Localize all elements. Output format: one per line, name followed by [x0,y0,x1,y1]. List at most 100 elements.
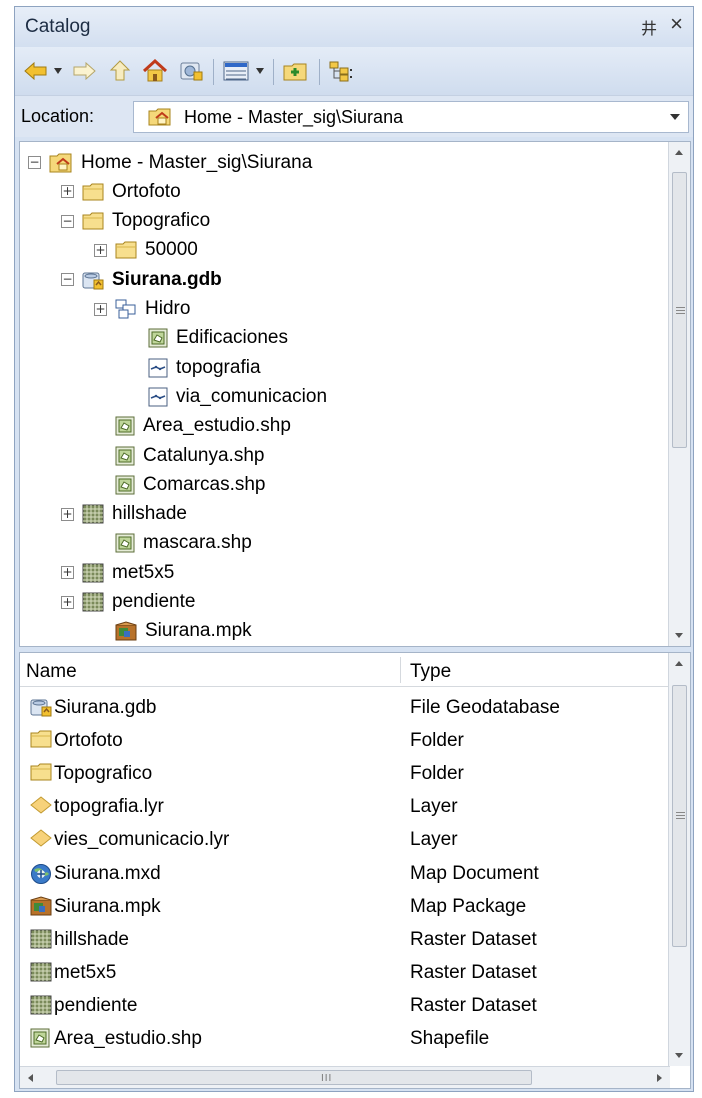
list-item-name: topografia.lyr [54,796,164,818]
list-hscroll-thumb[interactable]: III [56,1070,532,1085]
expand-icon[interactable]: + [94,243,107,257]
collapse-icon[interactable]: − [28,156,41,169]
list-item[interactable]: topografia.lyr Layer [20,792,670,822]
raster-icon [30,995,52,1021]
polygon-feature-icon [115,446,135,466]
tree-item[interactable]: Area_estudio.shp [94,412,291,441]
toolbar [15,47,693,95]
back-arrow-icon[interactable] [23,57,49,85]
list-item[interactable]: met5x5 Raster Dataset [20,958,670,988]
list-item[interactable]: Topografico Folder [20,759,670,789]
list-item-name: Siurana.gdb [54,697,157,718]
scroll-down-arrow[interactable] [675,1053,683,1058]
up-level-icon[interactable] [107,57,133,85]
new-folder-icon[interactable] [281,57,311,85]
view-dropdown-icon[interactable] [253,57,267,85]
toggle-tree-icon[interactable] [327,57,357,85]
list-item[interactable]: hillshade Raster Dataset [20,925,670,955]
list-item-type: File Geodatabase [410,697,560,718]
tree-item-label: Topografico [112,210,211,232]
folder-icon [30,730,52,754]
scroll-up-arrow[interactable] [675,150,683,155]
list-item-name: hillshade [54,928,129,950]
tree-item[interactable]: − Home - Master_sig\Siurana [28,148,312,177]
collapse-icon[interactable]: − [61,273,74,287]
tree-item[interactable]: + pendiente [61,588,195,617]
tree-item[interactable]: Comarcas.shp [94,470,266,499]
list-item[interactable]: Siurana.mxd Map Document [20,859,670,889]
scroll-up-arrow[interactable] [675,661,683,666]
tree-item-label: Edificaciones [176,327,288,349]
tree-item[interactable]: topografia [127,353,261,382]
tree-item[interactable]: + Ortofoto [61,177,181,206]
view-details-icon[interactable] [221,57,251,85]
raster-icon [82,563,104,583]
tree-item[interactable]: mascara.shp [94,529,252,558]
line-feature-icon [148,358,168,378]
list-item[interactable]: Area_estudio.shp Shapefile [20,1024,670,1054]
scroll-right-arrow[interactable] [657,1074,662,1082]
forward-arrow-icon[interactable] [71,57,97,85]
tree-item[interactable]: via_comunicacion [127,382,327,411]
tree-vertical-scrollbar[interactable] [668,142,690,646]
tree-item-label: Home - Master_sig\Siurana [81,151,313,173]
tree-item-label: met5x5 [112,561,175,583]
column-header-type[interactable]: Type [410,661,451,683]
tree-item[interactable]: − Topografico [61,207,210,236]
scroll-down-arrow[interactable] [675,633,683,638]
raster-icon [82,504,104,524]
list-item[interactable]: Siurana.gdb File Geodatabase [20,693,670,723]
hscroll-grip: III [321,1073,333,1084]
home-icon[interactable] [141,57,169,85]
polygon-feature-icon [30,1028,50,1054]
close-icon[interactable]: × [670,13,683,35]
toolbar-separator [273,59,274,85]
column-divider[interactable] [400,657,401,683]
tree-item[interactable]: Siurana.mpk [94,617,252,646]
tree-item[interactable]: +50000 [94,236,198,265]
list-scroll-thumb[interactable] [672,685,687,947]
list-item[interactable]: Siurana.mpk Map Package [20,892,670,922]
geodatabase-icon [30,697,52,723]
column-header-name[interactable]: Name [26,661,77,683]
layer-file-icon [30,829,52,853]
expand-icon[interactable]: + [94,302,107,316]
toolbar-separator [213,59,214,85]
collapse-icon[interactable]: − [61,214,74,228]
tree-item[interactable]: Edificaciones [127,324,288,353]
list-item-type: Folder [410,730,464,752]
scroll-left-arrow[interactable] [28,1074,33,1082]
catalog-window: Catalog 井 × Location: Home - Master_sig\… [14,6,694,1092]
expand-icon[interactable]: + [61,566,74,580]
tree-item-label: pendiente [112,591,196,612]
back-dropdown-icon[interactable] [51,57,65,85]
tree-item[interactable]: Catalunya.shp [94,441,264,470]
pin-icon[interactable]: 井 [641,15,657,39]
list-item[interactable]: vies_comunicacio.lyr Layer [20,825,670,855]
tree-item[interactable]: + hillshade [61,500,187,529]
tree-item[interactable]: + met5x5 [61,558,174,587]
tree-item[interactable]: + Hidro [94,295,190,324]
tree-item-label: Area_estudio.shp [143,415,291,437]
chevron-down-icon[interactable] [670,114,680,120]
scroll-grip-icon [676,307,685,314]
location-bar: Location: Home - Master_sig\Siurana [15,95,693,137]
layer-file-icon [30,796,52,820]
tree-item-label: Hidro [145,298,191,319]
list-item-type: Map Document [410,862,539,884]
connect-folder-icon[interactable] [177,57,205,85]
tree-scroll-thumb[interactable] [672,172,687,448]
expand-icon[interactable]: + [61,507,74,521]
expand-icon[interactable]: + [61,595,74,609]
expand-icon[interactable]: + [61,185,74,199]
list-item[interactable]: Ortofoto Folder [20,726,670,756]
tree-item[interactable]: − Siurana.gdb [61,265,222,294]
list-horizontal-scrollbar[interactable]: III [20,1066,670,1088]
list-item-name: Area_estudio.shp [54,1028,202,1049]
polygon-feature-icon [115,533,135,553]
tree-item-label: hillshade [112,503,187,525]
list-vertical-scrollbar[interactable] [668,653,690,1066]
location-combobox[interactable]: Home - Master_sig\Siurana [133,101,689,133]
window-title: Catalog [25,16,91,37]
list-item[interactable]: pendiente Raster Dataset [20,991,670,1021]
